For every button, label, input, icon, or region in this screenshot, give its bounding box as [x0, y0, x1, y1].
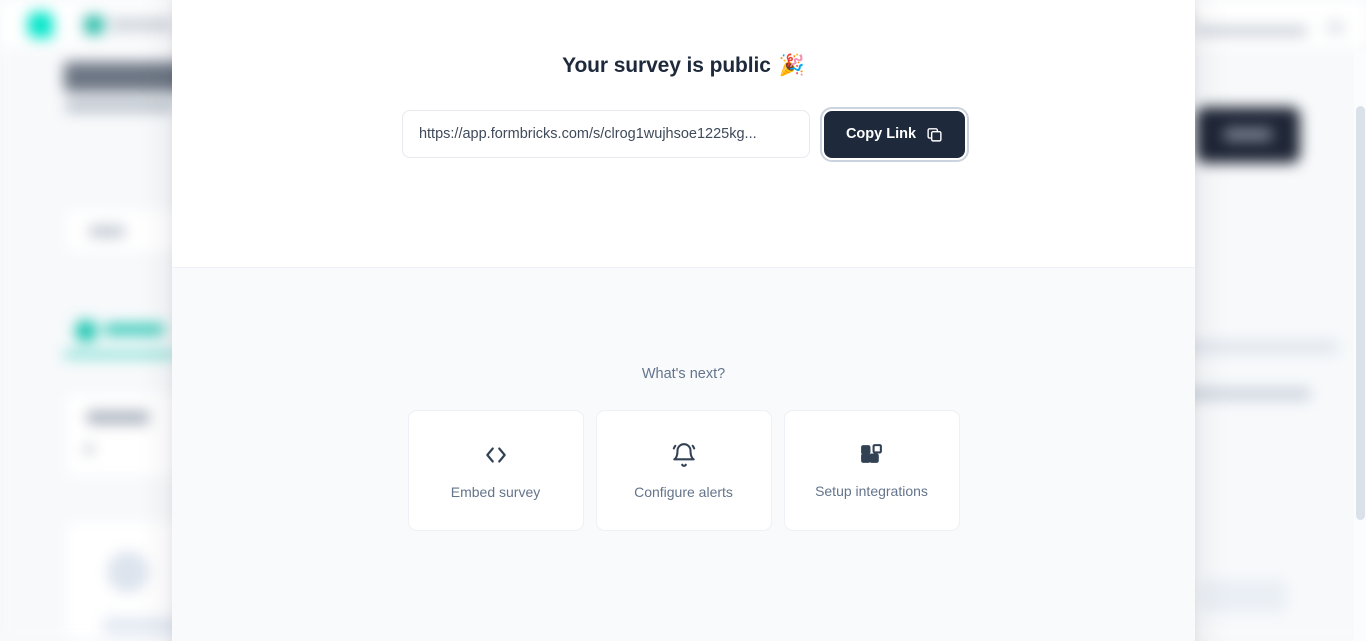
page-title: Your survey is public 🎉: [562, 54, 805, 78]
background-active-tab-icon: [76, 321, 96, 341]
background-right-text-b: [1186, 388, 1310, 400]
modal-top-section: Your survey is public 🎉 Copy Link: [172, 0, 1195, 268]
background-media-avatar: [107, 551, 149, 593]
vertical-scrollbar-track[interactable]: [1354, 50, 1366, 641]
background-content-card-bullet: [85, 445, 93, 453]
copy-icon: [926, 126, 943, 143]
background-signin-button: [1196, 107, 1300, 163]
whats-next-label: What's next?: [641, 366, 726, 382]
background-active-tab-label: [104, 324, 164, 335]
copy-link-button[interactable]: Copy Link: [823, 110, 966, 158]
vertical-scrollbar-thumb[interactable]: [1356, 106, 1365, 520]
background-nav-tab-label: [110, 21, 172, 29]
configure-alerts-card-label: Configure alerts: [634, 483, 733, 500]
setup-integrations-card[interactable]: Setup integrations: [783, 410, 960, 531]
code-icon: [483, 442, 509, 468]
setup-integrations-card-label: Setup integrations: [815, 483, 928, 499]
survey-published-modal: Your survey is public 🎉 Copy Link W: [172, 0, 1195, 641]
bell-ring-icon: [671, 442, 697, 468]
party-popper-icon: 🎉: [778, 54, 805, 77]
configure-alerts-card[interactable]: Configure alerts: [595, 410, 772, 531]
background-signin-label: [1224, 129, 1272, 140]
background-active-tab-underline: [64, 352, 176, 357]
background-filter-label: [89, 226, 125, 237]
background-right-button: [1200, 580, 1286, 612]
survey-link-input[interactable]: [401, 110, 810, 158]
background-logo-icon: [28, 12, 53, 38]
app-root: Your survey is public 🎉 Copy Link W: [0, 0, 1366, 641]
modal-headline-text: Your survey is public: [562, 54, 771, 77]
background-content-card-title: [87, 411, 149, 424]
background-right-text-a: [1178, 340, 1338, 354]
next-steps-cards: Embed survey Configure alerts Setup inte…: [407, 410, 960, 531]
embed-survey-card-label: Embed survey: [450, 483, 541, 500]
background-topbar-badge: [1327, 22, 1344, 33]
background-account-label: [1195, 26, 1307, 36]
survey-link-row: Copy Link: [401, 110, 966, 158]
modal-bottom-section: What's next? Embed survey Configure aler…: [172, 268, 1195, 641]
blocks-icon: [859, 442, 884, 467]
background-nav-tab-icon: [85, 16, 103, 34]
copy-link-button-label: Copy Link: [845, 126, 917, 142]
embed-survey-card[interactable]: Embed survey: [407, 410, 584, 531]
background-page-subtitle: [66, 100, 174, 112]
